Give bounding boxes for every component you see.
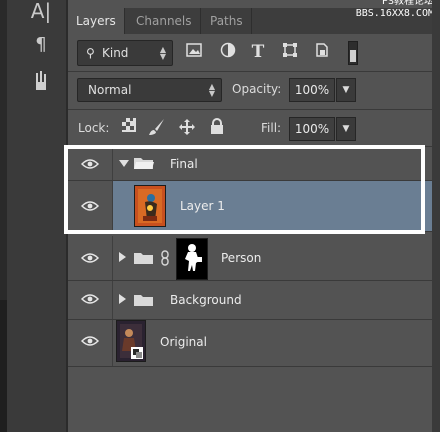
divider: [68, 109, 440, 110]
lock-label: Lock:: [78, 121, 110, 135]
visibility-cell: [68, 236, 113, 280]
layer-name: Original: [160, 335, 207, 349]
tool-strip: A| ¶: [0, 0, 68, 432]
watermark-line-1: PS教程论坛: [381, 0, 434, 7]
opacity-dropdown-button[interactable]: ▼: [336, 78, 356, 102]
visibility-cell: [68, 281, 113, 319]
watermark-line-2: BBS.16XX8.COM: [355, 8, 434, 19]
tab-layers[interactable]: Layers: [68, 8, 125, 34]
layer-mask-thumbnail[interactable]: [176, 238, 208, 280]
shape-layer-filter-icon[interactable]: [280, 42, 300, 62]
lock-position-icon[interactable]: [178, 118, 196, 136]
lock-image-pixels-icon[interactable]: [148, 118, 166, 136]
left-scrollbar[interactable]: [0, 300, 7, 432]
layer-thumbnail: [116, 320, 146, 362]
lock-transparent-pixels-icon[interactable]: [120, 118, 138, 136]
eye-visibility-icon[interactable]: [81, 293, 99, 305]
brush-presets-icon[interactable]: [30, 70, 52, 92]
search-icon: ⚲: [86, 46, 95, 60]
layer-row-person[interactable]: Person: [68, 236, 432, 281]
tab-paths[interactable]: Paths: [202, 8, 252, 34]
fill-dropdown-button[interactable]: ▼: [336, 117, 356, 141]
divider: [68, 71, 440, 72]
visibility-cell: [68, 320, 113, 366]
opacity-label: Opacity:: [232, 82, 282, 96]
type-tool-icon[interactable]: A|: [30, 0, 52, 22]
chevron-down-icon: ▼: [342, 124, 350, 134]
watermark: PS教程论坛 BBS.16XX8.COM: [356, 0, 434, 20]
eye-visibility-icon[interactable]: [81, 252, 99, 264]
layer-name: Person: [221, 251, 262, 265]
lock-all-icon[interactable]: [208, 118, 226, 136]
eye-visibility-icon[interactable]: [81, 335, 99, 347]
group-collapsed-triangle-icon[interactable]: [119, 294, 126, 304]
layer-row-background[interactable]: Background: [68, 281, 432, 320]
opacity-input[interactable]: 100%: [289, 78, 335, 102]
spinner-arrows-icon: ▲ ▼: [208, 82, 215, 98]
right-edge: [432, 0, 440, 432]
smart-object-filter-icon[interactable]: [312, 42, 332, 62]
type-layer-filter-icon[interactable]: T: [248, 42, 268, 62]
spinner-arrows-icon: ▲ ▼: [159, 45, 166, 61]
group-collapsed-triangle-icon[interactable]: [119, 252, 126, 262]
chevron-down-icon: ▼: [342, 85, 350, 95]
paragraph-icon[interactable]: ¶: [30, 34, 52, 56]
adjustment-layer-filter-icon[interactable]: [218, 42, 238, 62]
highlight-box: [64, 145, 425, 234]
blend-mode-value: Normal: [88, 83, 132, 97]
layer-name: Background: [170, 293, 242, 307]
kind-filter-select[interactable]: ⚲ Kind ▲ ▼: [77, 40, 173, 66]
fill-label: Fill:: [261, 121, 282, 135]
blend-mode-select[interactable]: Normal ▲ ▼: [77, 78, 222, 102]
layer-row-original[interactable]: Original: [68, 320, 432, 367]
kind-label: Kind: [102, 46, 129, 60]
pixel-layer-filter-icon[interactable]: [184, 42, 204, 62]
folder-icon: [134, 253, 153, 264]
mask-link-icon[interactable]: [160, 250, 170, 266]
layers-empty-area: [68, 373, 432, 432]
tab-channels[interactable]: Channels: [128, 8, 201, 34]
filter-toggle-switch[interactable]: [348, 41, 358, 65]
fill-input[interactable]: 100%: [289, 117, 335, 141]
folder-icon: [134, 295, 153, 306]
